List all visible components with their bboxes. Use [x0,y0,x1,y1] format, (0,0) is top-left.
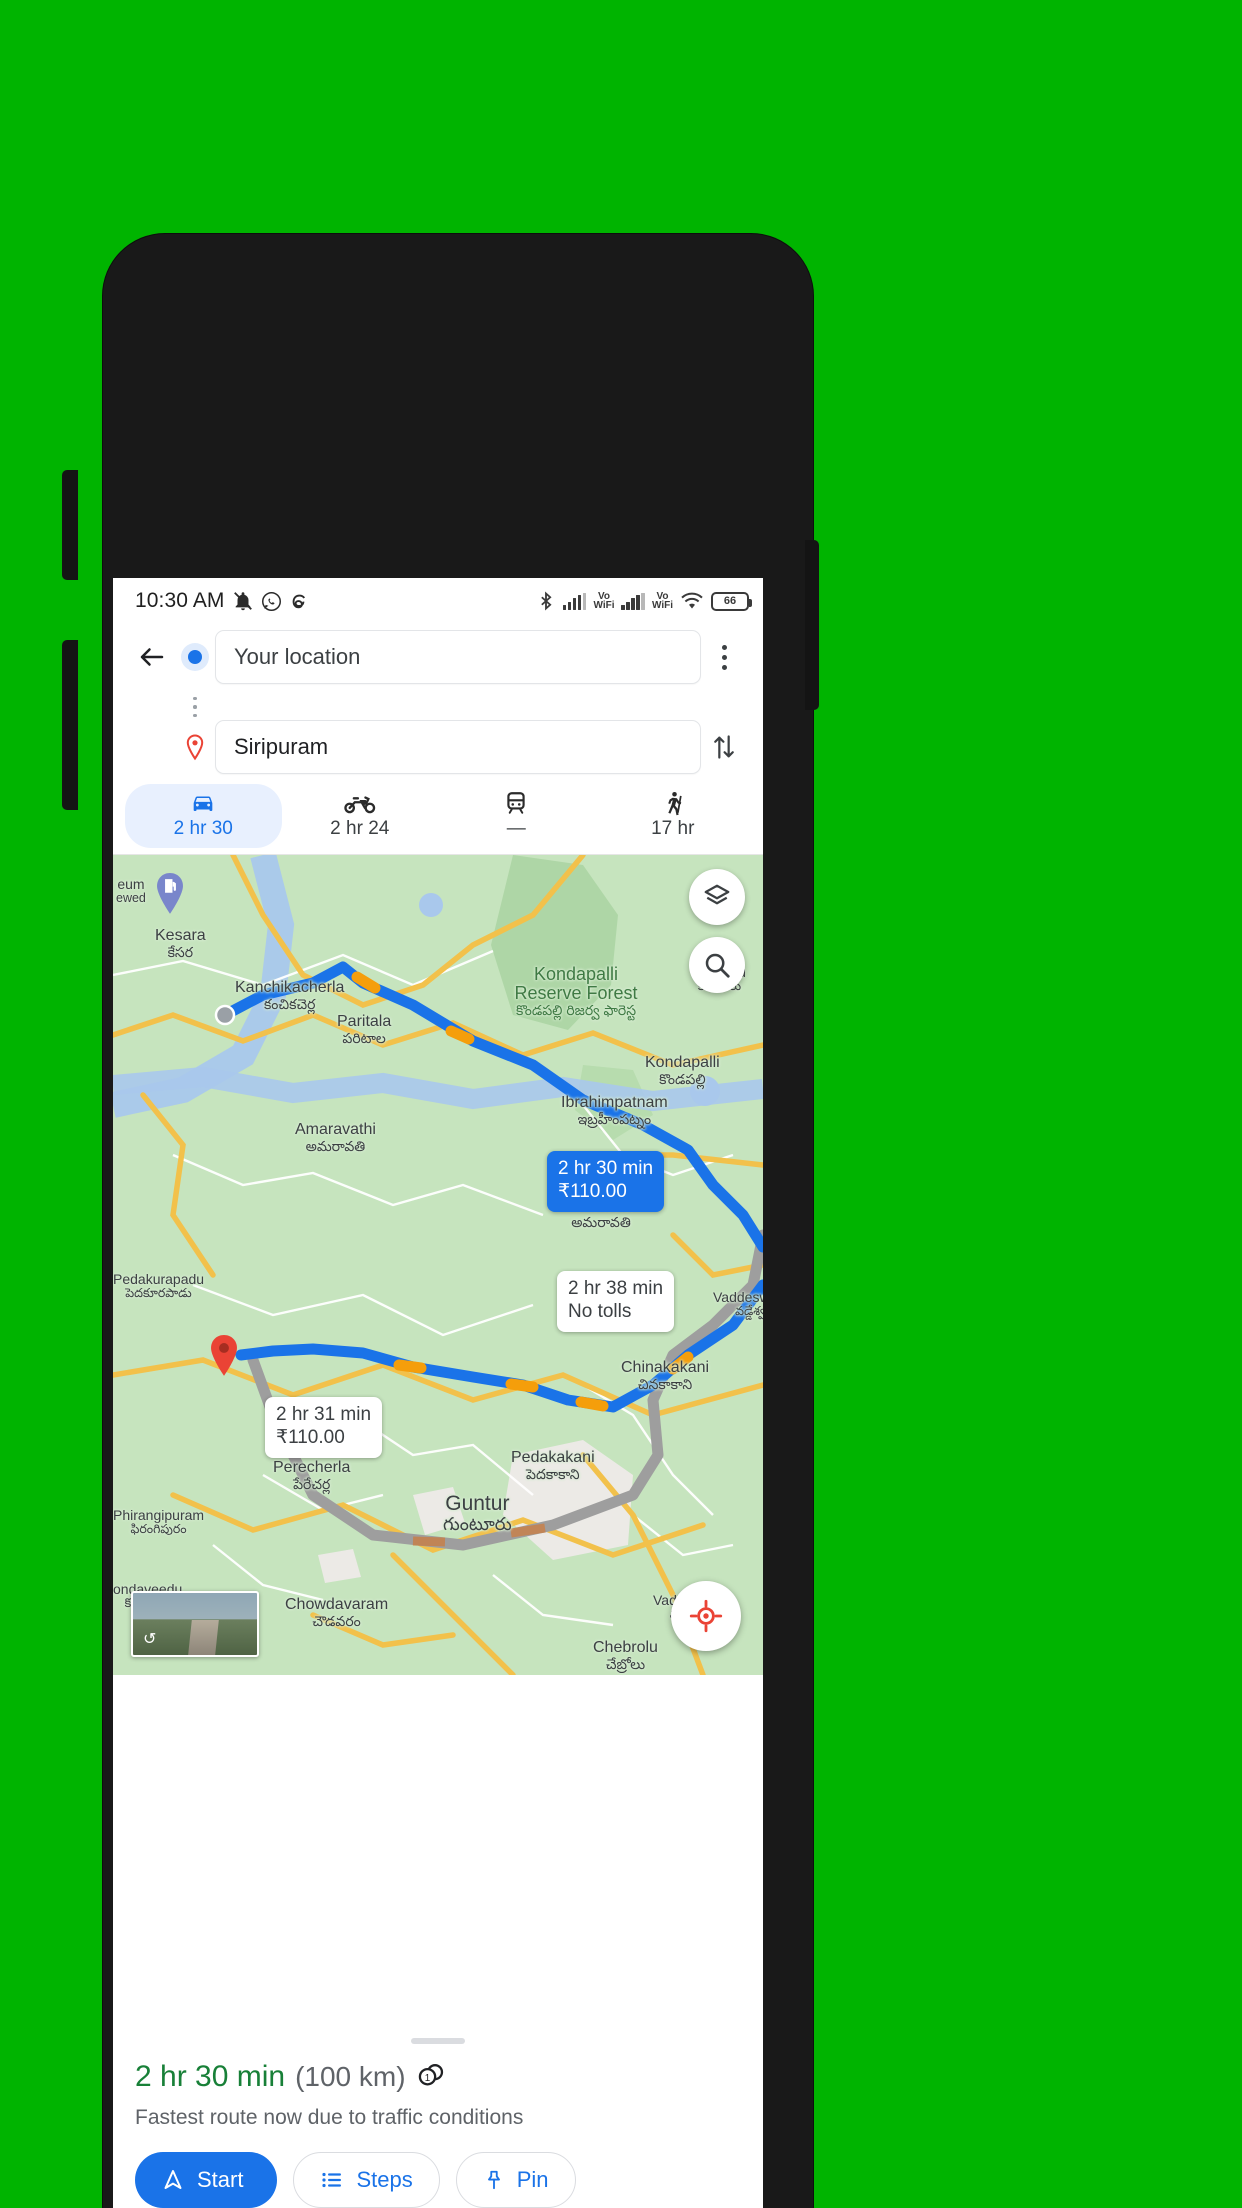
steps-button[interactable]: Steps [293,2152,440,2208]
volte-wifi-icon-2: Vo WiFi [651,590,673,611]
swap-button[interactable] [701,732,747,762]
walking-icon [660,790,686,816]
origin-dot-icon [188,650,202,664]
steps-label: Steps [356,2167,413,2192]
tab-driving-duration: 2 hr 30 [173,818,233,839]
route-distance: (100 km) [295,2061,406,2092]
layers-icon [704,884,730,905]
swap-vertical-icon [714,735,734,759]
tab-driving[interactable]: 2 hr 30 [125,784,282,848]
signal-bars-icon-1 [562,592,587,610]
pin-icon [487,2170,500,2190]
status-bar: 10:30 AM Vo WiFi Vo WiFi 66 [113,578,763,624]
callout-route-fastest[interactable]: 2 hr 30 min ₹110.00 [547,1151,665,1212]
list-icon [322,2172,342,2188]
phone-power-button[interactable] [805,540,819,710]
screenshot-root: 10:30 AM Vo WiFi Vo WiFi 66 Your locatio… [0,0,1242,2208]
route-dots-icon [193,689,197,725]
route-summary-title: 2 hr 30 min (100 km) 1 [135,2060,741,2094]
svg-text:1: 1 [424,2072,429,2083]
street-view-thumbnail[interactable]: ↺ [131,1591,259,1657]
route-duration: 2 hr 30 min [135,2060,286,2093]
volte-wifi-icon-1: Vo WiFi [593,590,615,611]
phone-screen: 10:30 AM Vo WiFi Vo WiFi 66 Your locatio… [113,578,763,2208]
more-vertical-icon[interactable] [701,644,747,670]
origin-row: Your location [113,630,763,684]
signal-bars-icon-2 [621,592,645,610]
tab-transit[interactable]: — [438,784,595,848]
phone-volume-down-button[interactable] [62,640,78,810]
travel-mode-tabs: 2 hr 30 2 hr 24 — 17 hr [113,774,763,854]
destination-row: Siripuram [113,720,763,774]
callout-route-alt[interactable]: 2 hr 31 min ₹110.00 [265,1397,383,1458]
search-icon [705,953,730,978]
map-search-button[interactable] [689,937,745,993]
battery-indicator: 66 [711,591,752,611]
tab-two-wheeler[interactable]: 2 hr 24 [282,784,439,848]
status-bar-clock: 10:30 AM [135,589,225,612]
start-label: Start [197,2167,244,2192]
pin-label: Pin [516,2167,549,2192]
route-summary-sheet: 2 hr 30 min (100 km) 1 Fastest route now… [113,2024,763,2208]
origin-dot-column [175,650,215,664]
map-layers-button[interactable] [689,869,745,925]
bell-muted-icon [232,590,254,612]
pin-button[interactable]: Pin [455,2152,576,2208]
map-canvas[interactable]: eum ewed Kesara కేసర Kanchikacherla కంచికచెర్… [113,855,763,1675]
origin-input[interactable]: Your location [215,630,701,684]
bluetooth-icon [536,591,556,611]
map-graphics [113,855,763,1675]
pegman-icon: ↺ [143,1631,157,1648]
phone-volume-up-button[interactable] [62,470,78,580]
toll-coins-icon: 1 [416,2061,446,2094]
gas-station-poi-icon[interactable] [155,873,185,915]
wifi-icon [680,591,704,611]
back-arrow-icon [140,648,164,666]
destination-pin-column [175,733,215,761]
back-button[interactable] [129,634,175,680]
recenter-button[interactable] [671,1581,741,1651]
route-subtitle: Fastest route now due to traffic conditi… [135,2106,524,2129]
car-icon [188,790,218,816]
callout-route-no-tolls[interactable]: 2 hr 38 min No tolls [557,1271,675,1332]
threads-icon [289,591,310,612]
navigation-arrow-icon [164,2170,182,2189]
destination-pin-icon [186,734,204,761]
train-icon [503,790,529,816]
start-button[interactable]: Start [135,2152,278,2208]
search-panel: Your location Siripuram 2 hr 30 2 hr 24 … [113,624,763,855]
drag-handle[interactable] [411,2038,465,2044]
whatsapp-icon [261,591,282,612]
tab-transit-duration: — [506,818,526,839]
tab-two-wheeler-duration: 2 hr 24 [330,818,390,839]
destination-marker-icon[interactable] [209,1335,239,1377]
destination-input[interactable]: Siripuram [215,720,701,774]
route-actions: Start Steps Pin [135,2152,741,2208]
recenter-target-icon [689,1599,723,1633]
tab-walking-duration: 17 hr [651,818,695,839]
tab-walking[interactable]: 17 hr [595,784,752,848]
motorcycle-icon [344,790,376,816]
